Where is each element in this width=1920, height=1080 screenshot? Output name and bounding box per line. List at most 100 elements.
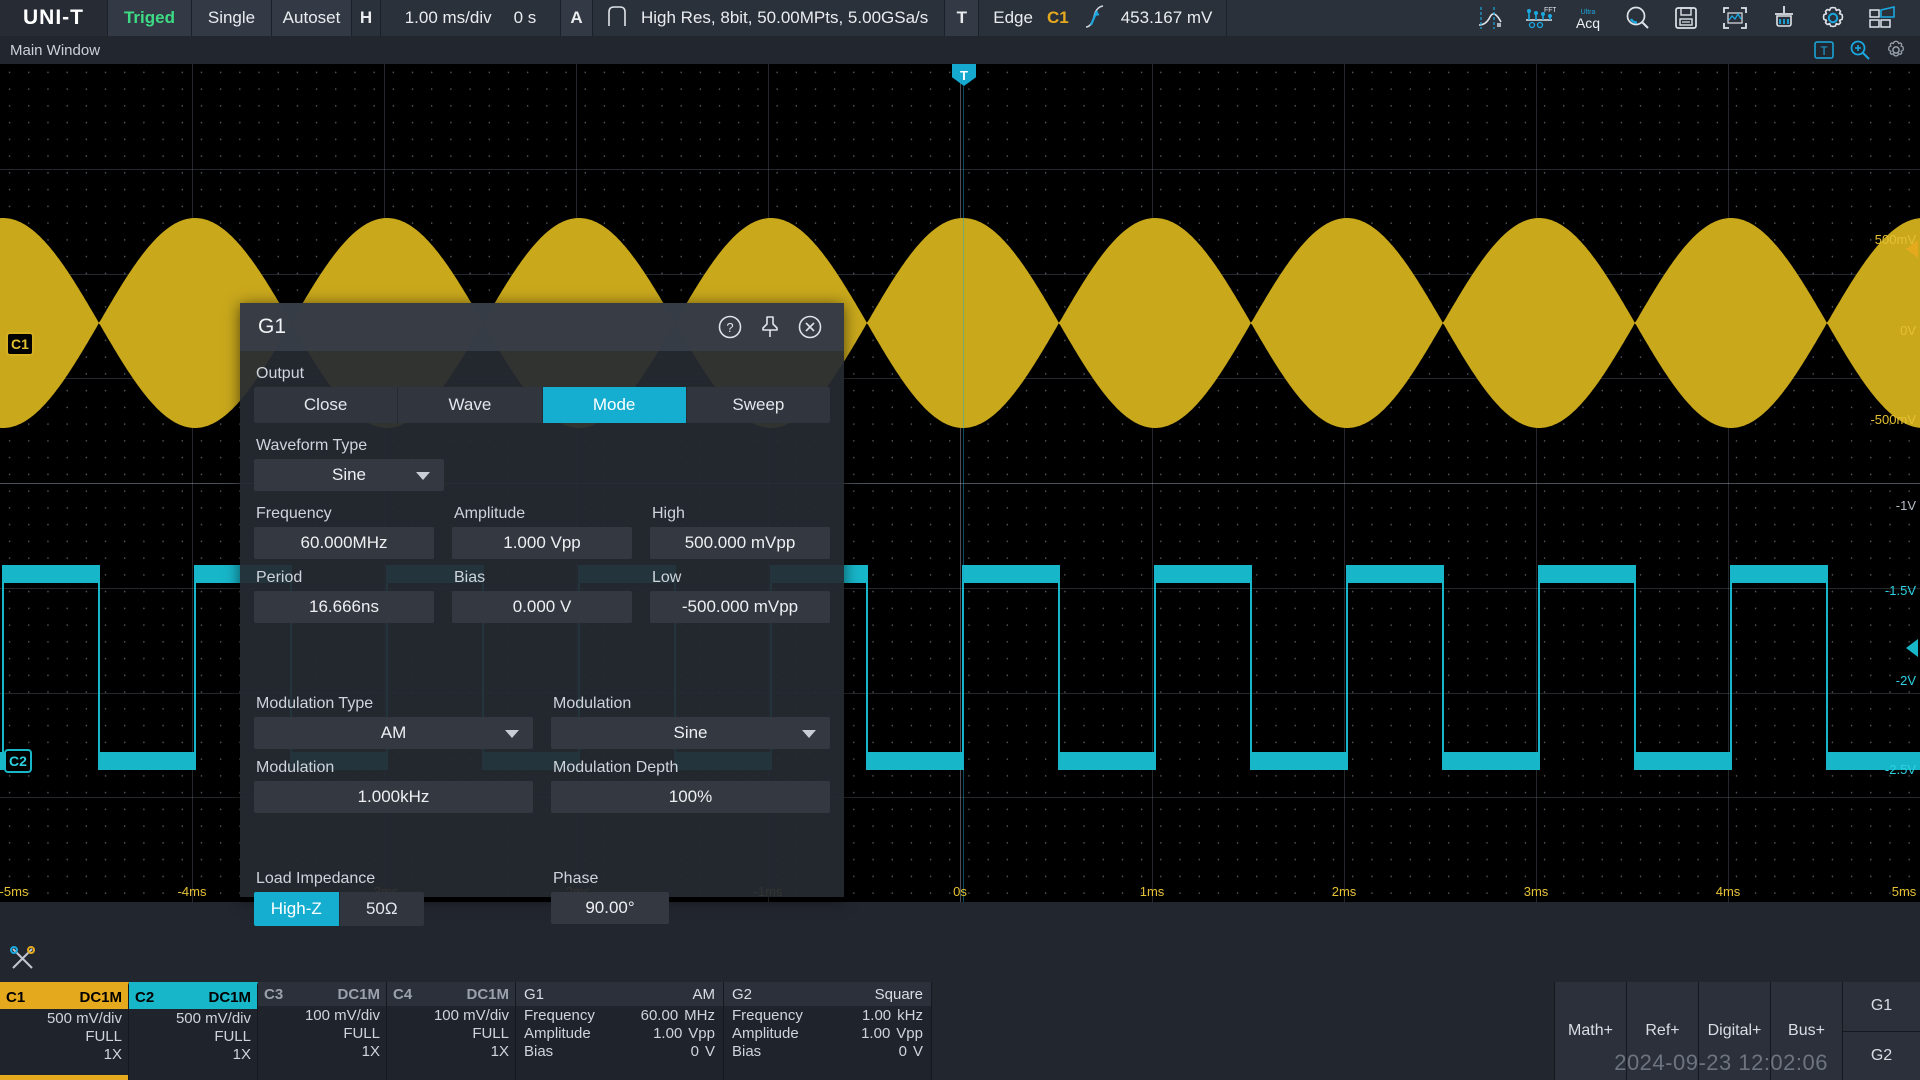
output-tab-sweep[interactable]: Sweep [687, 387, 830, 423]
bias-input[interactable]: 0.000 V [452, 591, 632, 623]
channel-active-underline [0, 1075, 128, 1080]
frequency-input[interactable]: 60.000MHz [254, 527, 434, 559]
low-input[interactable]: -500.000 mVpp [650, 591, 830, 623]
g1-button[interactable]: G1 [1843, 982, 1920, 1032]
modulation-label: Modulation [553, 695, 632, 712]
period-input[interactable]: 16.666ns [254, 591, 434, 623]
generator-box-g2[interactable]: G2 Square Frequency 1.00 kHz Amplitude 1.… [724, 982, 932, 1080]
g1-amp-unit: Vpp [688, 1025, 715, 1042]
channel-header-c1: C1 DC1M [0, 985, 128, 1009]
channel-header-c3: C3 DC1M [258, 982, 386, 1006]
g1-bias-unit: V [704, 1043, 715, 1060]
trigger-slope-icon [1083, 3, 1107, 34]
x-axis-label: 2ms [1331, 884, 1357, 899]
channel-probe-c4: 1X [490, 1043, 509, 1060]
acquire-label[interactable]: A [561, 0, 593, 36]
single-button[interactable]: Single [192, 0, 272, 36]
amplitude-label: Amplitude [454, 505, 526, 522]
modulation-values-row: Modulation 1.000kHz Modulation Depth 100… [254, 759, 830, 813]
g1-amp-key: Amplitude [524, 1025, 591, 1042]
channel-header-c2: C2 DC1M [129, 985, 257, 1009]
load-impedance-high-z[interactable]: High-Z [254, 892, 340, 926]
autoset-button[interactable]: Autoset [272, 0, 352, 36]
acquisition-group[interactable]: High Res, 8bit, 50.00MPts, 5.00GSa/s [593, 0, 946, 36]
x-axis-label: -5ms [0, 884, 29, 899]
channel-box-c3[interactable]: C3 DC1M 100 mV/div FULL 1X [258, 982, 387, 1080]
generator-g1-dialog[interactable]: G1 ? Output Close Wave Mode Sweep Wavefo… [240, 303, 844, 926]
text-tool-icon[interactable]: T [1810, 38, 1838, 62]
dialog-titlebar[interactable]: G1 ? [240, 303, 844, 351]
channel-scale-c4: 100 mV/div [433, 1007, 509, 1024]
channel-box-c4[interactable]: C4 DC1M 100 mV/div FULL 1X [387, 982, 516, 1080]
right-label-3: -1V [1895, 498, 1916, 513]
magnifier-icon[interactable] [1846, 38, 1874, 62]
chevron-down-icon [505, 730, 519, 738]
cut-icon[interactable] [8, 944, 38, 974]
dialog-body: Output Close Wave Mode Sweep Waveform Ty… [240, 351, 844, 926]
chevron-down-icon [802, 730, 816, 738]
modulation-select[interactable]: Sine [551, 717, 830, 749]
output-tab-mode[interactable]: Mode [542, 387, 687, 423]
modulation-freq-input[interactable]: 1.000kHz [254, 781, 533, 813]
ultra-acq-icon[interactable]: Ultra Acq [1563, 0, 1612, 36]
channel-box-c1[interactable]: C1 DC1M 500 mV/div FULL 1X [0, 982, 129, 1080]
phase-input[interactable]: 90.00° [551, 892, 669, 924]
load-impedance-toggle[interactable]: High-Z 50Ω [254, 892, 424, 926]
ch1-offset-marker[interactable]: C1 [6, 332, 34, 356]
acquisition-waveform-icon [607, 4, 629, 33]
timebase-group[interactable]: 1.00 ms/div 0 s [381, 0, 561, 36]
channel-box-c2[interactable]: C2 DC1M 500 mV/div FULL 1X [129, 982, 258, 1080]
help-icon[interactable]: ? [710, 307, 750, 347]
output-tab-wave[interactable]: Wave [398, 387, 543, 423]
gear-icon[interactable] [1882, 38, 1910, 62]
right-label-4: -1.5V [1884, 583, 1916, 598]
trigger-label[interactable]: T [945, 0, 980, 36]
channel-coupling-c1: DC1M [79, 988, 122, 1006]
close-icon[interactable] [790, 307, 830, 347]
modulation-type-row: Modulation Type AM Modulation Sine [254, 695, 830, 749]
channel-coupling-c4: DC1M [466, 985, 509, 1003]
channel-name-c1: C1 [6, 988, 26, 1006]
ch2-offset-marker[interactable]: C2 [4, 749, 32, 773]
right-label-2: -500mV [1870, 412, 1916, 427]
modulation-type-select[interactable]: AM [254, 717, 533, 749]
waveform-type-select[interactable]: Sine [254, 459, 444, 491]
amplitude-input[interactable]: 1.000 Vpp [452, 527, 632, 559]
bottom-status-bar: C1 DC1M 500 mV/div FULL 1X C2 DC1M 500 m… [0, 982, 1920, 1080]
screenshot-icon[interactable] [1710, 0, 1759, 36]
high-input[interactable]: 500.000 mVpp [650, 527, 830, 559]
channel-bw-c4: FULL [472, 1025, 509, 1042]
measure-icon[interactable] [1465, 0, 1514, 36]
output-tabs[interactable]: Close Wave Mode Sweep [254, 387, 830, 423]
acquisition-info: High Res, 8bit, 50.00MPts, 5.00GSa/s [641, 8, 929, 27]
settings-icon[interactable] [1808, 0, 1857, 36]
channel-scale-c1: 500 mV/div [46, 1010, 122, 1027]
right-label-1: 0V [1900, 323, 1916, 338]
generator-name-g2: G2 [732, 985, 753, 1003]
clear-icon[interactable] [1759, 0, 1808, 36]
modulation-depth-label: Modulation Depth [553, 759, 679, 776]
g2-button[interactable]: G2 [1843, 1031, 1920, 1080]
chevron-down-icon [416, 472, 430, 480]
load-impedance-50ohm[interactable]: 50Ω [340, 892, 425, 926]
trigger-status-button[interactable]: Triged [108, 0, 192, 36]
trigger-group[interactable]: Edge C1 453.167 mV [979, 0, 1228, 36]
zoom-icon[interactable] [1612, 0, 1661, 36]
x-axis-label: 5ms [1891, 884, 1917, 899]
phase-label: Phase [553, 870, 599, 887]
channel-name-c2: C2 [135, 988, 155, 1006]
modulation-depth-input[interactable]: 100% [551, 781, 830, 813]
impedance-phase-row: Load Impedance High-Z 50Ω Phase 90.00° [254, 870, 830, 926]
horizontal-label[interactable]: H [352, 0, 381, 36]
g1-freq-key: Frequency [524, 1007, 595, 1024]
pin-icon[interactable] [750, 307, 790, 347]
top-toolbar: UNI-T Triged Single Autoset H 1.00 ms/di… [0, 0, 1920, 36]
save-icon[interactable] [1661, 0, 1710, 36]
layout-icon[interactable] [1857, 0, 1906, 36]
generator-box-g1[interactable]: G1 AM Frequency 60.00 MHz Amplitude 1.00 V… [516, 982, 724, 1080]
toolbar-icon-group: FFT Ultra Acq [1227, 0, 1920, 36]
output-tab-close[interactable]: Close [254, 387, 399, 423]
ch2-level-arrow[interactable] [1906, 639, 1918, 657]
channel-header-c4: C4 DC1M [387, 982, 515, 1006]
fft-icon[interactable]: FFT [1514, 0, 1563, 36]
